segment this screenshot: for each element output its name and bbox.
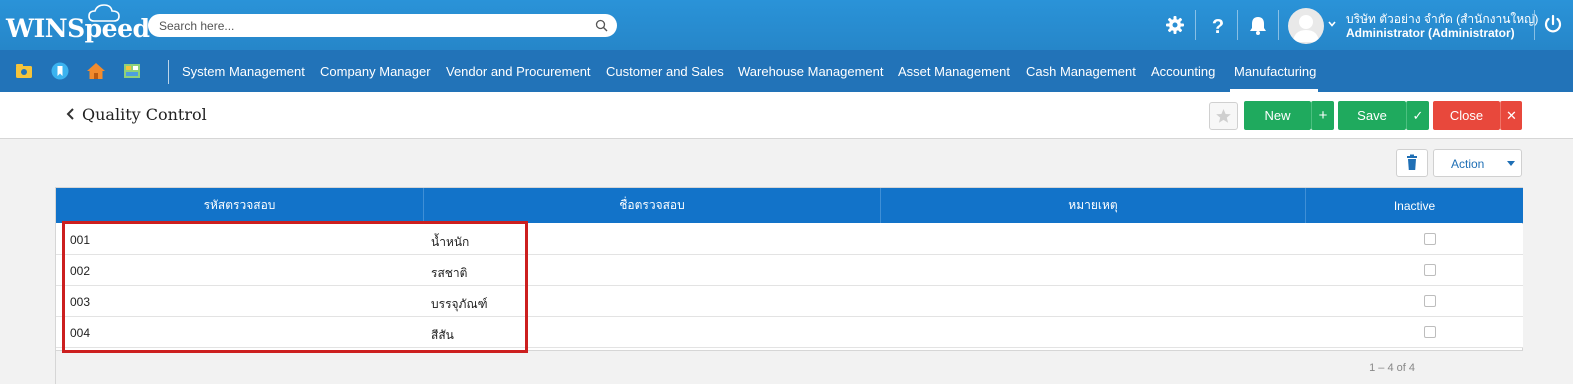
search-box[interactable]	[148, 14, 617, 37]
nav-divider	[168, 60, 169, 84]
pager-info: 1 – 4 of 4	[1369, 362, 1415, 374]
nav-cash-management[interactable]: Cash Management	[1026, 64, 1136, 79]
favorite-button[interactable]	[1209, 102, 1238, 130]
nav-system-management[interactable]: System Management	[182, 64, 305, 79]
column-header-inactive[interactable]: Inactive	[1306, 188, 1523, 223]
highlight-box	[62, 221, 528, 353]
user-silhouette-icon	[1293, 15, 1319, 42]
column-header-name[interactable]: ชื่อตรวจสอบ	[424, 188, 881, 223]
inactive-checkbox[interactable]	[1424, 264, 1436, 276]
header-divider	[1534, 10, 1535, 40]
settings-gear-icon[interactable]	[1164, 14, 1186, 36]
search-icon[interactable]	[595, 19, 608, 32]
nav-accounting[interactable]: Accounting	[1151, 64, 1215, 79]
inactive-checkbox[interactable]	[1424, 295, 1436, 307]
column-header-code[interactable]: รหัสตรวจสอบ	[56, 188, 424, 223]
save-check-button[interactable]: ✓	[1406, 101, 1429, 130]
caret-down-icon	[1507, 161, 1515, 166]
page-title: Quality Control	[82, 105, 207, 124]
search-input[interactable]	[159, 17, 579, 34]
dashboard-icon[interactable]	[122, 61, 142, 81]
new-plus-button[interactable]: +	[1311, 101, 1334, 130]
inactive-checkbox[interactable]	[1424, 326, 1436, 338]
star-icon	[1216, 109, 1231, 123]
nav-manufacturing[interactable]: Manufacturing	[1234, 64, 1316, 79]
avatar[interactable]	[1288, 8, 1324, 44]
save-button[interactable]: Save	[1338, 101, 1406, 130]
page-header: Quality Control New + Save ✓ Close ✕	[0, 92, 1573, 139]
home-icon[interactable]	[86, 61, 106, 81]
notification-bell-icon[interactable]	[1247, 14, 1269, 36]
header-divider	[1237, 10, 1238, 40]
back-chevron-icon[interactable]	[66, 107, 76, 121]
user-role: Administrator (Administrator)	[1346, 26, 1515, 40]
inactive-checkbox[interactable]	[1424, 233, 1436, 245]
chevron-down-icon[interactable]	[1327, 19, 1337, 29]
new-button[interactable]: New	[1244, 101, 1311, 130]
help-question-icon[interactable]: ?	[1207, 14, 1229, 36]
nav-company-manager[interactable]: Company Manager	[320, 64, 431, 79]
grid-header: รหัสตรวจสอบ ชื่อตรวจสอบ หมายเหตุ Inactiv…	[56, 188, 1523, 223]
main-nav: System Management Company Manager Vendor…	[0, 50, 1573, 92]
top-header: WINSpeed ? บริษัท ตัวอย่าง จำ	[0, 0, 1573, 50]
nav-customer-sales[interactable]: Customer and Sales	[606, 64, 724, 79]
bookmark-icon[interactable]	[50, 61, 70, 81]
action-label: Action	[1451, 157, 1485, 171]
grid-footer: 1 – 4 of 4	[56, 350, 1523, 384]
nav-vendor-procurement[interactable]: Vendor and Procurement	[446, 64, 591, 79]
column-header-note[interactable]: หมายเหตุ	[881, 188, 1306, 223]
folder-camera-icon[interactable]	[14, 61, 34, 81]
action-dropdown[interactable]: Action	[1433, 149, 1522, 177]
trash-icon	[1407, 154, 1417, 170]
header-divider	[1278, 10, 1279, 40]
winspeed-logo[interactable]: WINSpeed	[6, 14, 150, 43]
close-x-button[interactable]: ✕	[1500, 101, 1522, 130]
header-divider	[1195, 10, 1196, 40]
power-icon[interactable]	[1542, 13, 1564, 35]
nav-warehouse-management[interactable]: Warehouse Management	[738, 64, 884, 79]
delete-button[interactable]	[1396, 149, 1428, 177]
nav-asset-management[interactable]: Asset Management	[898, 64, 1010, 79]
svg-text:?: ?	[1212, 16, 1224, 36]
close-button[interactable]: Close	[1433, 101, 1500, 130]
